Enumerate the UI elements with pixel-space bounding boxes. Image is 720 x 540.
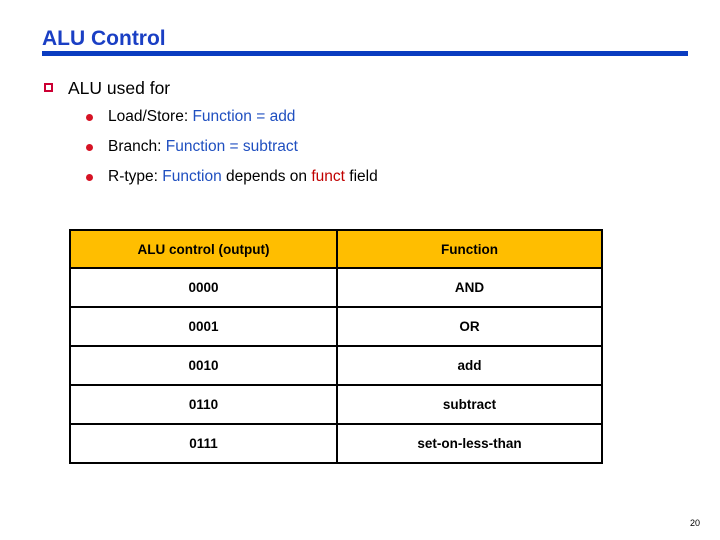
bullet-level2-label: R-type: Function depends on funct field [108,168,378,185]
round-bullet-icon [86,144,93,151]
table-header-cell: Function [336,229,603,269]
table-row: 0110 subtract [69,384,603,425]
table-cell-alu-control: 0000 [69,267,338,308]
table-row: 0010 add [69,345,603,386]
page-title: ALU Control [42,27,166,50]
bullet-level2-item-r-type: R-type: Function depends on funct field [0,162,720,192]
alu-control-table: ALU control (output) Function 0000 AND 0… [69,229,603,464]
table-body: 0000 AND 0001 OR 0010 add 0110 subtract … [69,267,603,464]
table-cell-alu-control: 0111 [69,423,338,464]
table-cell-function: OR [336,306,603,347]
table-cell-alu-control: 0010 [69,345,338,386]
slide-canvas: ALU Control ALU used for Load/Store: Fun… [0,0,720,540]
table-cell-alu-control: 0110 [69,384,338,425]
bullet-level2-item-load-store: Load/Store: Function = add [0,102,720,132]
round-bullet-icon [86,114,93,121]
bullet-list: ALU used for Load/Store: Function = add … [0,74,720,192]
round-bullet-icon [86,174,93,181]
table-row: 0001 OR [69,306,603,347]
table-cell-function: AND [336,267,603,308]
bullet-level2-label: Branch: Function = subtract [108,138,298,155]
table-row: 0111 set-on-less-than [69,423,603,464]
table-row: 0000 AND [69,267,603,308]
table-cell-function: subtract [336,384,603,425]
bullet-level2-item-branch: Branch: Function = subtract [0,132,720,162]
bullet-level1-label: ALU used for [68,78,171,98]
table-cell-function: set-on-less-than [336,423,603,464]
bullet-level2-label: Load/Store: Function = add [108,108,296,125]
hollow-square-bullet-icon [44,83,53,92]
title-underline-rule [42,51,688,56]
table-header-row: ALU control (output) Function [69,229,603,269]
page-number: 20 [689,518,700,528]
table-cell-alu-control: 0001 [69,306,338,347]
table-header-cell: ALU control (output) [69,229,338,269]
title-block: ALU Control [42,26,690,51]
bullet-level1-item: ALU used for [0,74,720,102]
table-cell-function: add [336,345,603,386]
